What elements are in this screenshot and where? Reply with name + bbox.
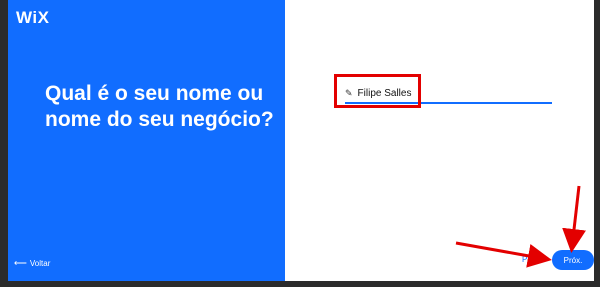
business-name-input[interactable]: ✎ Filipe Salles [345,84,552,104]
question-heading: Qual é o seu nome ou nome do seu negócio… [45,82,274,131]
back-label: Voltar [29,259,51,268]
wix-logo: WiX [16,8,50,27]
screenshot-frame-right [594,0,600,287]
skip-link[interactable]: Pular [522,255,541,264]
business-name-value: Filipe Salles [357,87,412,99]
next-button[interactable]: Próx. [552,250,594,270]
arrow-left-icon: ⟵ [14,258,27,268]
form-panel [285,0,594,281]
pencil-icon: ✎ [345,87,353,98]
screenshot-frame-left [0,0,8,287]
back-link[interactable]: ⟵ Voltar [14,258,50,269]
question-panel: WiX Qual é o seu nome ou nome do seu neg… [8,0,285,281]
screenshot-frame-bottom [0,281,600,287]
